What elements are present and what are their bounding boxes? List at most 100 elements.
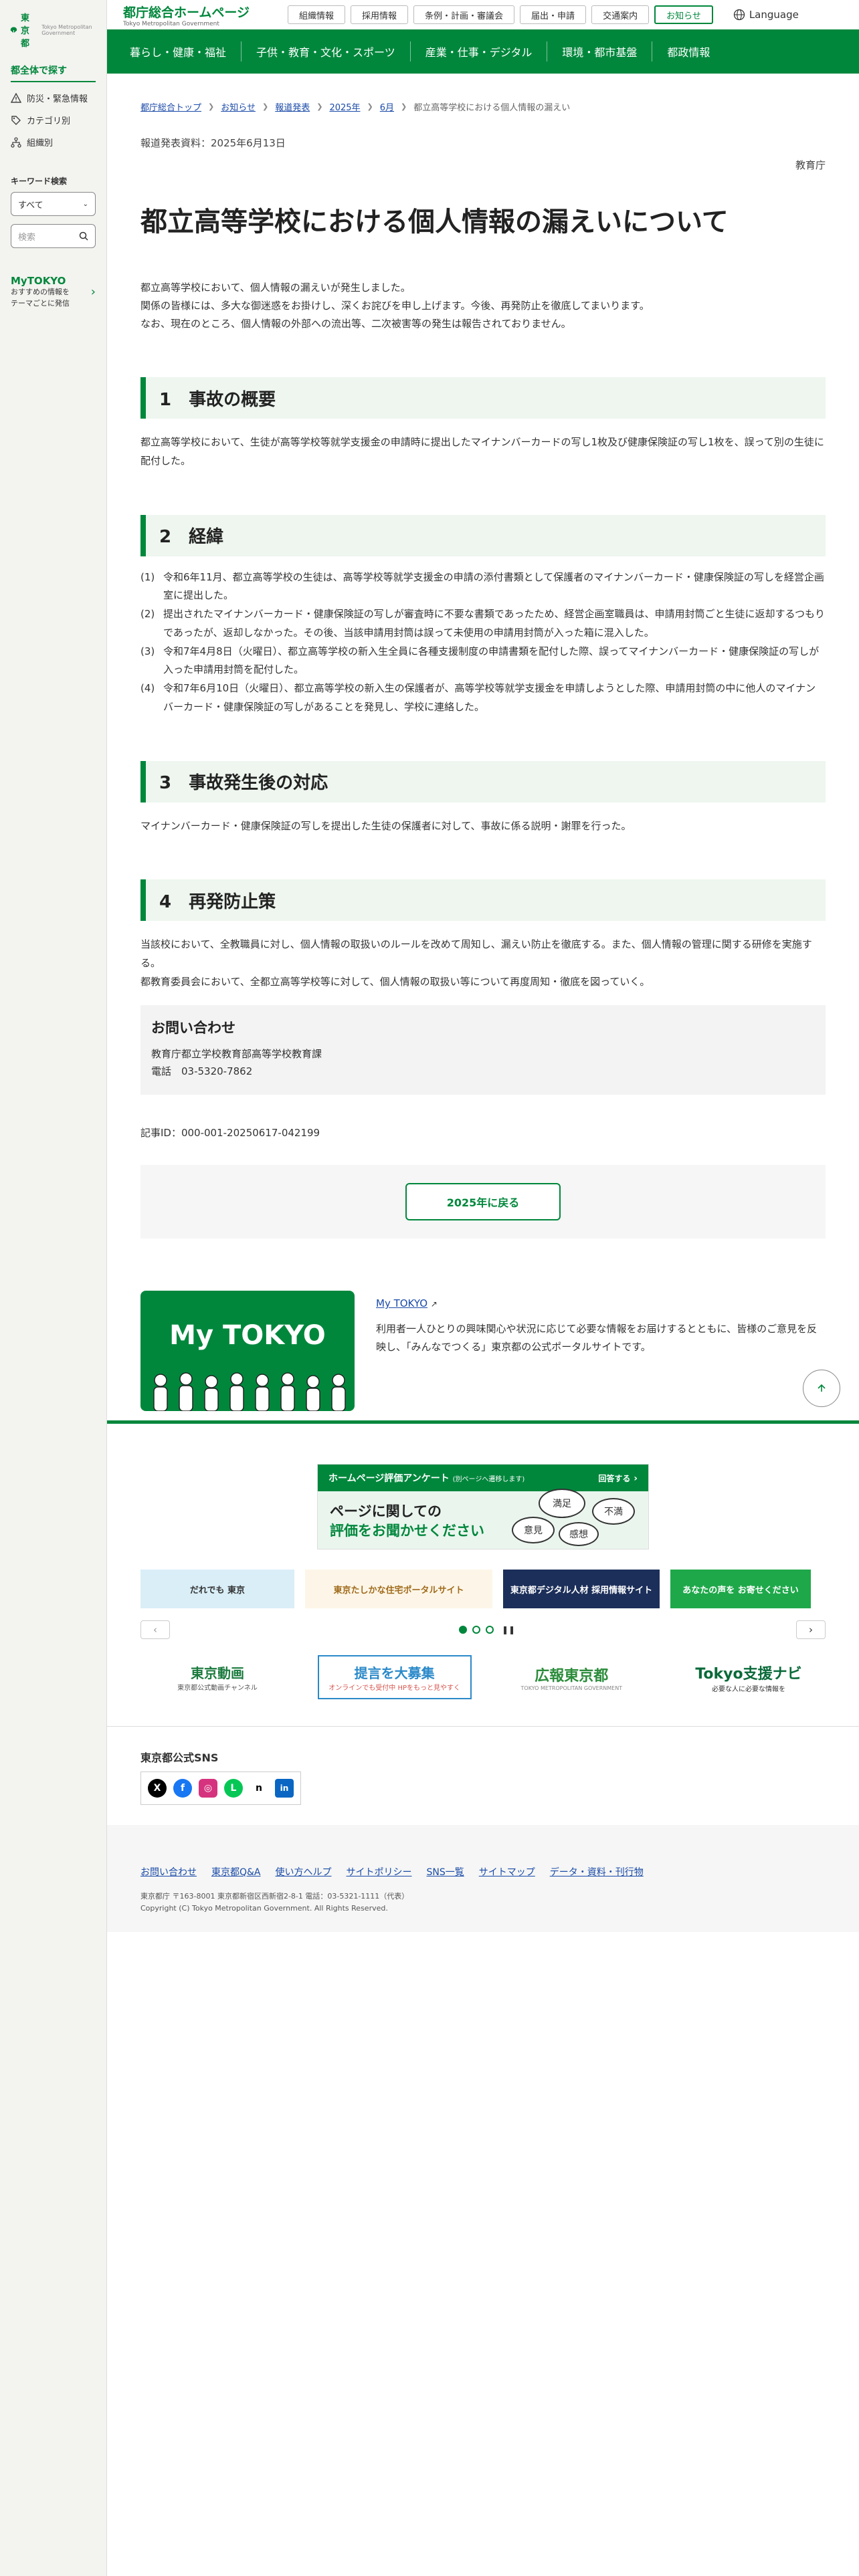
- footer-link[interactable]: お問い合わせ: [140, 1865, 197, 1879]
- logo-main: 広報東京都: [535, 1667, 609, 1685]
- header-button-ordinance[interactable]: 条例・計画・審議会: [413, 5, 515, 24]
- header-button-organization[interactable]: 組織情報: [288, 5, 346, 24]
- survey-banner-top: ホームページ評価アンケート (別ページへ遷移します) 回答する ›: [318, 1465, 648, 1491]
- section-4-heading: 4 再発防止策: [140, 879, 826, 922]
- list-text: 令和7年6月10日（火曜日）、都立高等学校の新入生の保護者が、高等学校等就学支援…: [163, 682, 816, 713]
- header-button-recruit[interactable]: 採用情報: [351, 5, 409, 24]
- speech-bubble: 不満: [592, 1498, 635, 1525]
- breadcrumb-link[interactable]: 6月: [380, 100, 394, 113]
- carousel-item[interactable]: あなたの声を お寄せください: [670, 1570, 811, 1608]
- line-icon[interactable]: L: [224, 1779, 243, 1798]
- contact-tel: 電話 03-5320-7862: [151, 1065, 253, 1077]
- speech-bubble: 満足: [539, 1489, 585, 1518]
- carousel-item[interactable]: 東京都デジタル人材 採用情報サイト: [503, 1570, 660, 1608]
- breadcrumb-link[interactable]: 報道発表: [275, 100, 310, 113]
- mytokyo-logo: MyTOKYO: [11, 275, 66, 287]
- mytokyo-description: 利用者一人ひとりの興味関心や状況に応じて必要な情報をお届けするとともに、皆様のご…: [376, 1323, 818, 1353]
- logo-koho-tokyo[interactable]: 広報東京都 TOKYO METROPOLITAN GOVERNMENT: [494, 1655, 648, 1699]
- list-text: 提出されたマイナンバーカード・健康保険証の写しが審査時に不要な書類であったため、…: [163, 608, 825, 639]
- linkedin-icon[interactable]: in: [275, 1779, 294, 1798]
- logo-support-navi[interactable]: Tokyo支援ナビ 必要な人に必要な情報を: [672, 1655, 826, 1699]
- warning-icon: [11, 92, 21, 103]
- main-content: 都庁総合トップ ❯ お知らせ ❯ 報道発表 ❯ 2025年 ❯ 6月 ❯ 都立高等学校にお…: [140, 74, 826, 1411]
- copyright-text: Copyright (C) Tokyo Metropolitan Governm…: [140, 1903, 388, 1913]
- search-scope-select[interactable]: すべて ⌄: [11, 192, 96, 216]
- language-selector[interactable]: Language: [733, 9, 799, 21]
- back-to-year-button[interactable]: 2025年に戻る: [405, 1183, 561, 1220]
- sidebar-item-label: 防災・緊急情報: [27, 94, 88, 104]
- pause-icon[interactable]: ❚❚: [502, 1626, 515, 1634]
- banner-carousel: だれでも 東京 東京たしかな住宅ポータルサイト 東京都デジタル人材 採用情報サイ…: [140, 1570, 826, 1610]
- section-2-list: (1) 令和6年11月、都立高等学校の生徒は、高等学校等就学支援金の申請の添付書類…: [140, 568, 826, 717]
- carousel-item-label: 東京たしかな住宅ポータルサイト: [333, 1585, 464, 1596]
- back-to-top-button[interactable]: [803, 1370, 840, 1407]
- carousel-item-label: あなたの声を お寄せください: [682, 1585, 799, 1596]
- carousel-item[interactable]: だれでも 東京: [140, 1570, 294, 1608]
- footer-link[interactable]: サイトポリシー: [347, 1865, 412, 1879]
- section-4-line: 都教育委員会において、全都立高等学校等に対して、個人情報の取扱い等について再度周…: [140, 975, 650, 988]
- header-button-notice[interactable]: お知らせ: [654, 5, 713, 24]
- site-title[interactable]: 都庁総合ホームページ: [123, 3, 281, 21]
- footer-link[interactable]: 使い方ヘルプ: [276, 1865, 332, 1879]
- footer-links-area: お問い合わせ 東京都Q&A 使い方ヘルプ サイトポリシー SNS一覧 サイトマッ…: [107, 1825, 859, 1932]
- chevron-right-icon: ❯: [316, 102, 323, 111]
- sidebar-item-category[interactable]: カテゴリ別: [11, 114, 96, 126]
- mytokyo-link[interactable]: My TOKYO: [376, 1297, 427, 1309]
- chevron-right-icon: ❯: [262, 102, 269, 111]
- tokyo-ginkgo-icon: [10, 26, 17, 33]
- carousel-item[interactable]: 東京たしかな住宅ポータルサイト: [305, 1570, 492, 1608]
- chevron-left-icon: ‹: [153, 1624, 157, 1636]
- logo-sub: 東京都公式動画チャンネル: [177, 1685, 258, 1692]
- mytokyo-image[interactable]: My TOKYO: [140, 1291, 355, 1411]
- external-link-icon: ↗: [430, 1299, 438, 1309]
- carousel-prev-button[interactable]: ‹: [140, 1620, 170, 1639]
- carousel-next-button[interactable]: ›: [796, 1620, 826, 1639]
- lead-text: 都立高等学校において、個人情報の漏えいが発生しました。 関係の皆様には、多大な御…: [140, 279, 826, 333]
- site-header: 都庁総合ホームページ Tokyo Metropolitan Government…: [107, 0, 859, 29]
- gnav-item-environment[interactable]: 環境・都市基盤: [547, 41, 653, 62]
- logo-tokyo-video[interactable]: 東京動画 東京都公式動画チャンネル: [140, 1655, 294, 1699]
- speech-bubble: 意見: [512, 1517, 555, 1543]
- article-id: 記事ID：000-001-20250617-042199: [140, 1127, 320, 1139]
- note-icon[interactable]: n: [250, 1779, 268, 1798]
- footer-link[interactable]: SNS一覧: [427, 1865, 464, 1879]
- footer-divider: [107, 1726, 859, 1727]
- carousel-dot[interactable]: [472, 1626, 480, 1634]
- global-nav: 暮らし・健康・福祉 子供・教育・文化・スポーツ 産業・仕事・デジタル 環境・都市…: [107, 29, 859, 74]
- breadcrumb-link[interactable]: 都庁総合トップ: [140, 100, 201, 113]
- sidebar-item-emergency[interactable]: 防災・緊急情報: [11, 92, 96, 104]
- instagram-icon[interactable]: ◎: [199, 1779, 217, 1798]
- header-button-access[interactable]: 交通案内: [591, 5, 650, 24]
- mytokyo-side-link[interactable]: MyTOKYO おすすめの情報を テーマごとに発信 ›: [11, 275, 96, 309]
- chevron-right-icon: ›: [90, 285, 96, 299]
- facebook-icon[interactable]: f: [173, 1779, 192, 1798]
- tokyo-logo[interactable]: 東京都 Tokyo Metropolitan Government: [0, 0, 106, 57]
- search-icon: [79, 231, 88, 241]
- sidebar-item-label: 組織別: [27, 138, 54, 148]
- carousel-dot[interactable]: [486, 1626, 494, 1634]
- survey-cta: 回答する: [598, 1473, 631, 1483]
- breadcrumb-link[interactable]: 2025年: [329, 100, 360, 113]
- survey-banner[interactable]: ホームページ評価アンケート (別ページへ遷移します) 回答する › ページに関し…: [317, 1464, 649, 1549]
- gnav-item-government[interactable]: 都政情報: [652, 41, 725, 62]
- footer-link[interactable]: 東京都Q&A: [211, 1865, 261, 1879]
- survey-body-line: ページに関しての: [330, 1503, 442, 1519]
- gnav-item-industry[interactable]: 産業・仕事・デジタル: [411, 41, 548, 62]
- contact-dept: 教育庁都立学校教育部高等学校教育課: [151, 1047, 322, 1060]
- header-button-application[interactable]: 届出・申請: [520, 5, 587, 24]
- gnav-item-life[interactable]: 暮らし・健康・福祉: [115, 41, 242, 62]
- footer-address: 東京都庁 〒163-8001 東京都新宿区西新宿2-8-1 電話：03-5321…: [140, 1891, 826, 1914]
- list-item: (1) 令和6年11月、都立高等学校の生徒は、高等学校等就学支援金の申請の添付書類…: [140, 568, 826, 606]
- chevron-right-icon: ❯: [208, 102, 215, 111]
- footer-link[interactable]: サイトマップ: [479, 1865, 535, 1879]
- search-input[interactable]: 検索: [11, 224, 96, 248]
- logo-proposal[interactable]: 提言を大募集 オンラインでも受付中 HPをもっと見やすく: [317, 1655, 472, 1699]
- breadcrumb-link[interactable]: お知らせ: [221, 100, 256, 113]
- list-item: (3) 令和7年4月8日（火曜日）、都立高等学校の新入生全員に各種支援制度の申請書…: [140, 643, 826, 680]
- x-icon[interactable]: X: [148, 1779, 167, 1798]
- sidebar-item-organization[interactable]: 組織別: [11, 136, 96, 148]
- gnav-item-education[interactable]: 子供・教育・文化・スポーツ: [242, 41, 411, 62]
- carousel-dot[interactable]: [459, 1626, 467, 1634]
- footer-link[interactable]: データ・資料・刊行物: [550, 1865, 644, 1879]
- sns-title: 東京都公式SNS: [140, 1751, 219, 1764]
